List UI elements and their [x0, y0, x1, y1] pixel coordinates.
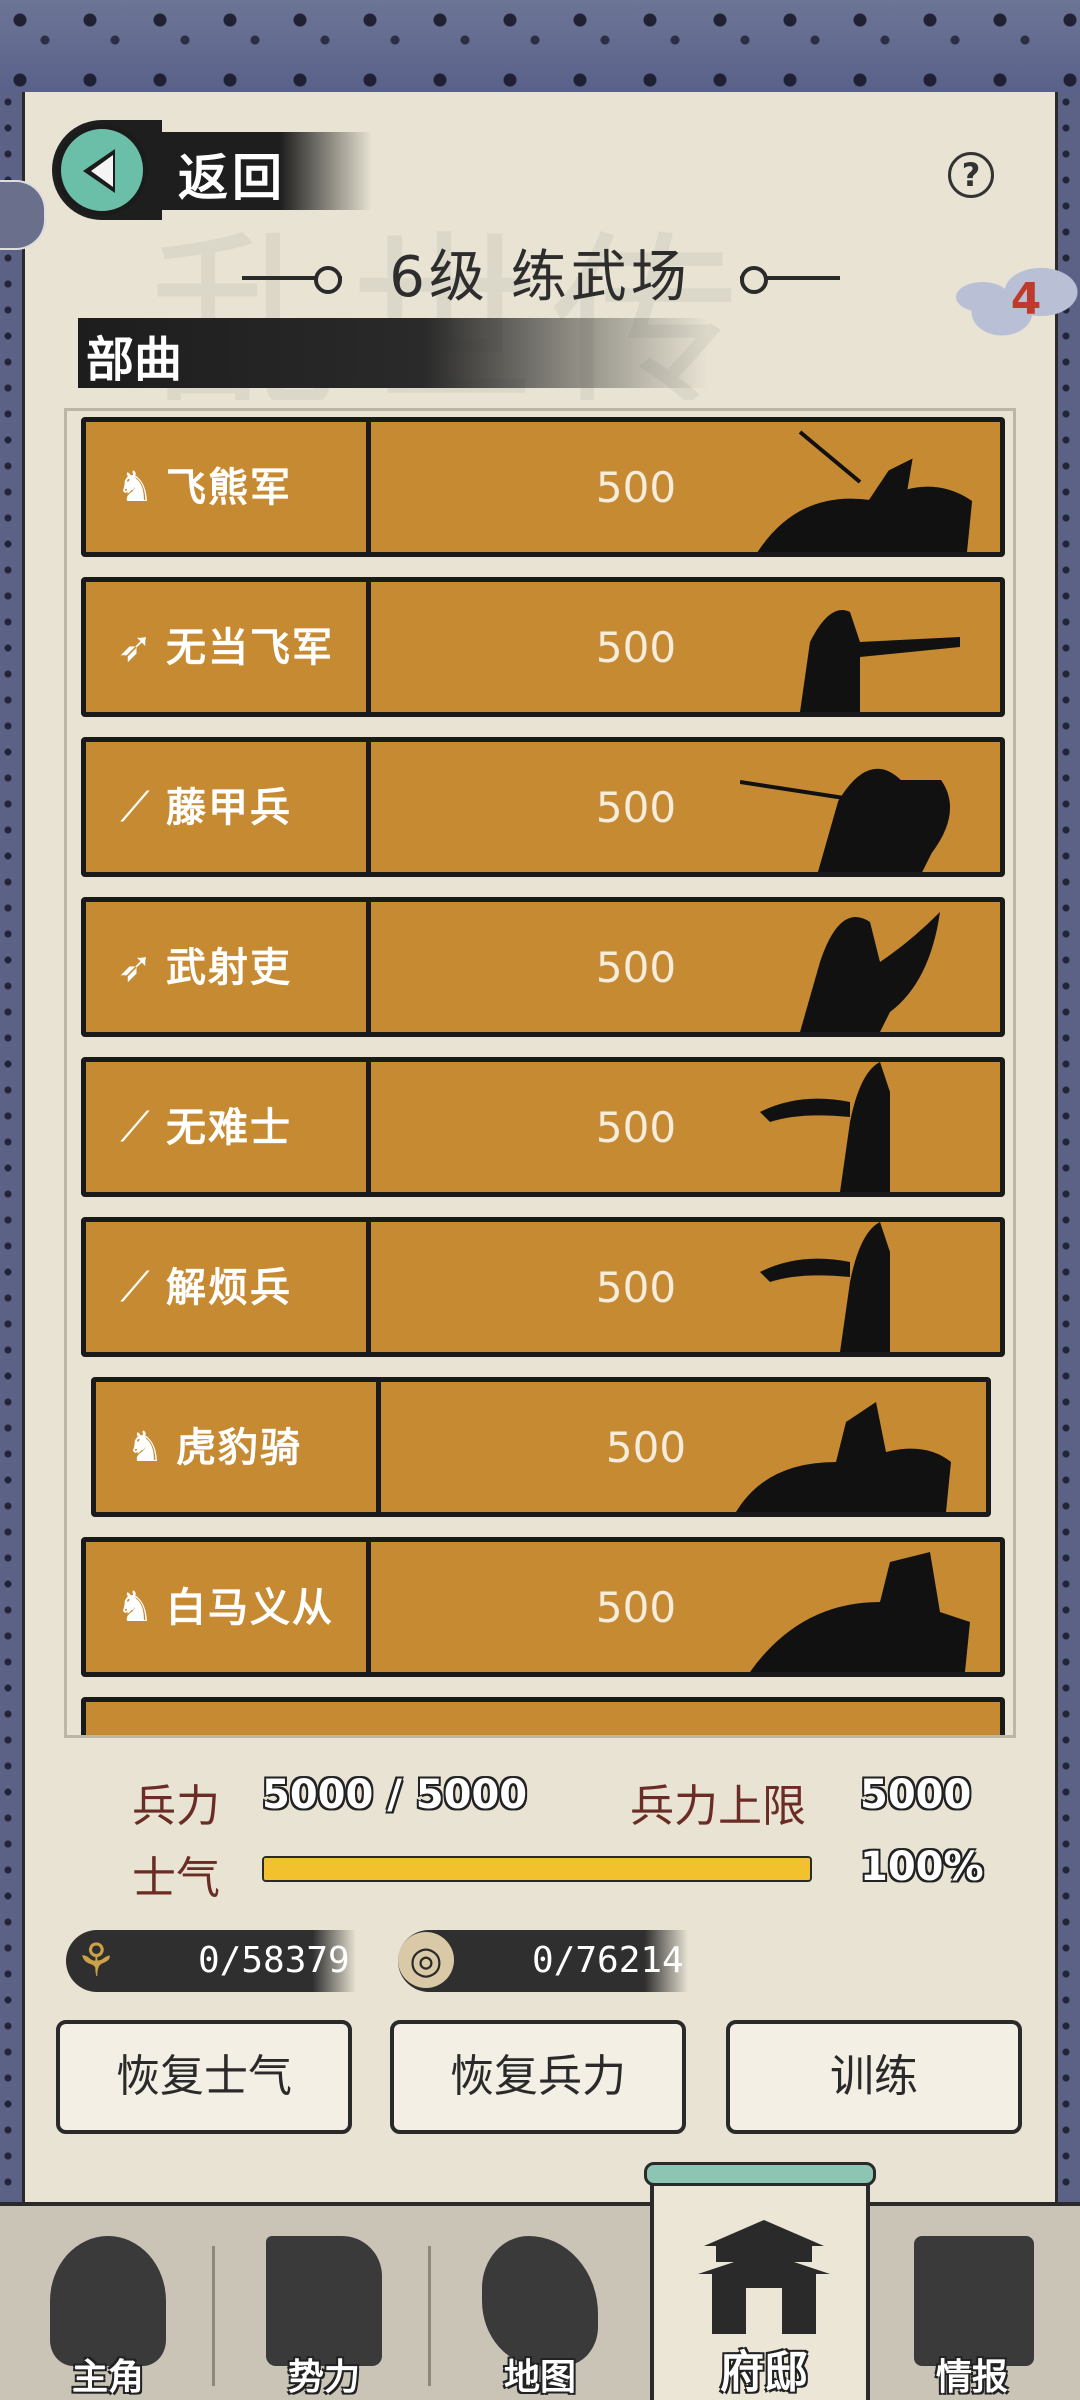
nav-item-faction[interactable]: 势力	[216, 2206, 432, 2400]
unit-count: 500	[595, 1583, 677, 1632]
troops-label: 兵力	[132, 1781, 220, 1832]
unit-silhouette-image	[740, 582, 980, 712]
top-ornate-border	[0, 0, 1080, 92]
unit-silhouette-image	[740, 1222, 980, 1352]
nav-label: 地图	[503, 2356, 576, 2398]
nav-label: 主角	[71, 2356, 144, 2398]
back-arrow-icon	[56, 124, 148, 216]
unit-row-partial[interactable]	[81, 1697, 1005, 1735]
horse-head-icon: ♞	[116, 462, 154, 511]
bow-icon: ➶	[117, 622, 153, 671]
left-ornate-border	[0, 92, 22, 2202]
spear-icon: ⟋	[120, 1102, 150, 1151]
unit-name: 无当飞军	[166, 625, 334, 671]
restore-morale-button[interactable]: 恢复士气	[56, 2020, 352, 2134]
scroll-books-icon	[914, 2236, 1034, 2366]
unit-silhouette-image	[740, 902, 980, 1032]
row-divider	[366, 422, 371, 552]
restore-troops-button[interactable]: 恢复兵力	[390, 2020, 686, 2134]
unit-silhouette-image	[740, 1062, 980, 1192]
unit-name: 解烦兵	[166, 1265, 292, 1311]
page-title-row: 6级 练武场	[0, 238, 1080, 318]
horse-head-icon: ♞	[126, 1422, 164, 1471]
title-ornament-right	[740, 266, 840, 294]
bottom-nav: 主角 势力 地图 情报	[0, 2202, 1080, 2400]
unit-name: 无难士	[166, 1105, 292, 1151]
coin-icon: ◎	[398, 1932, 454, 1988]
grain-resource-text: 0/58379	[198, 1940, 350, 1981]
title-ornament-left	[242, 266, 342, 294]
nav-divider	[212, 2246, 215, 2386]
unit-list[interactable]: ♞ 飞熊军 500 ➶ 无当飞军 500 ⟋ 藤甲兵 500 ➶ 武射吏 500 ⟋ 无难士 500 ⟋ 解烦兵…	[64, 408, 1016, 1738]
unit-row[interactable]: ♞ 虎豹骑 500	[91, 1377, 991, 1517]
row-divider	[376, 1382, 381, 1512]
unit-name: 虎豹骑	[176, 1425, 302, 1471]
map-icon	[482, 2236, 598, 2366]
horse-bow-icon: ♞	[116, 1582, 154, 1631]
unit-count: 500	[595, 783, 677, 832]
train-button[interactable]: 训练	[726, 2020, 1022, 2134]
banner-flag-icon	[266, 2236, 382, 2366]
row-divider	[366, 1222, 371, 1352]
unit-name: 飞熊军	[166, 465, 292, 511]
spear-icon: ⟋	[120, 1262, 150, 1311]
back-label: 返回	[178, 148, 286, 207]
unit-name: 藤甲兵	[166, 785, 292, 831]
row-divider	[366, 1062, 371, 1192]
unit-name: 白马义从	[166, 1585, 334, 1631]
page-title: 6级 练武场	[389, 245, 691, 310]
morale-label: 士气	[132, 1853, 220, 1904]
unit-row[interactable]: ♞ 飞熊军 500	[81, 417, 1005, 557]
grain-icon: ⚘	[75, 1933, 117, 1987]
troops-cap-label: 兵力上限	[630, 1781, 806, 1832]
row-divider	[366, 1542, 371, 1672]
row-divider	[366, 902, 371, 1032]
troops-cap-value: 5000	[860, 1772, 972, 1818]
unit-count: 500	[595, 463, 677, 512]
unit-row[interactable]: ⟋ 无难士 500	[81, 1057, 1005, 1197]
unit-count: 500	[595, 1263, 677, 1312]
unit-count: 500	[605, 1423, 687, 1472]
troops-value: 5000 / 5000	[262, 1772, 528, 1818]
nav-item-mansion[interactable]: 府邸	[644, 2162, 876, 2400]
cloud-badge-count: 4	[1010, 274, 1042, 325]
unit-row[interactable]: ⟋ 解烦兵 500	[81, 1217, 1005, 1357]
protagonist-icon	[50, 2236, 166, 2366]
unit-row[interactable]: ⟋ 藤甲兵 500	[81, 737, 1005, 877]
active-tab-scroll-top	[644, 2162, 876, 2186]
unit-row[interactable]: ➶ 武射吏 500	[81, 897, 1005, 1037]
section-title: 部曲	[86, 332, 183, 388]
coin-resource-text: 0/76214	[532, 1940, 684, 1981]
nav-item-intel[interactable]: 情报	[864, 2206, 1080, 2400]
nav-divider	[428, 2246, 431, 2386]
nav-item-protagonist[interactable]: 主角	[0, 2206, 216, 2400]
right-ornate-border	[1058, 92, 1080, 2202]
nav-label: 府邸	[720, 2347, 808, 2398]
nav-label: 势力	[287, 2356, 360, 2398]
help-icon[interactable]: ?	[948, 152, 994, 198]
spear-icon: ⟋	[120, 782, 150, 831]
row-divider	[366, 582, 371, 712]
bow-icon: ➶	[117, 942, 153, 991]
unit-name: 武射吏	[166, 945, 292, 991]
morale-bar-fill	[264, 1858, 810, 1880]
back-button[interactable]: 返回	[52, 120, 372, 220]
row-divider	[366, 742, 371, 872]
unit-silhouette-image	[740, 422, 980, 552]
nav-item-map[interactable]: 地图	[432, 2206, 648, 2400]
mansion-gate-icon	[698, 2216, 830, 2336]
unit-silhouette-image	[726, 1382, 966, 1512]
nav-label: 情报	[935, 2356, 1008, 2398]
unit-count: 500	[595, 623, 677, 672]
unit-silhouette-image	[740, 742, 980, 872]
unit-row[interactable]: ♞ 白马义从 500	[81, 1537, 1005, 1677]
unit-silhouette-image	[740, 1542, 980, 1672]
morale-value: 100%	[860, 1844, 984, 1890]
unit-count: 500	[595, 1103, 677, 1152]
unit-count: 500	[595, 943, 677, 992]
unit-row[interactable]: ➶ 无当飞军 500	[81, 577, 1005, 717]
morale-bar	[262, 1856, 812, 1882]
